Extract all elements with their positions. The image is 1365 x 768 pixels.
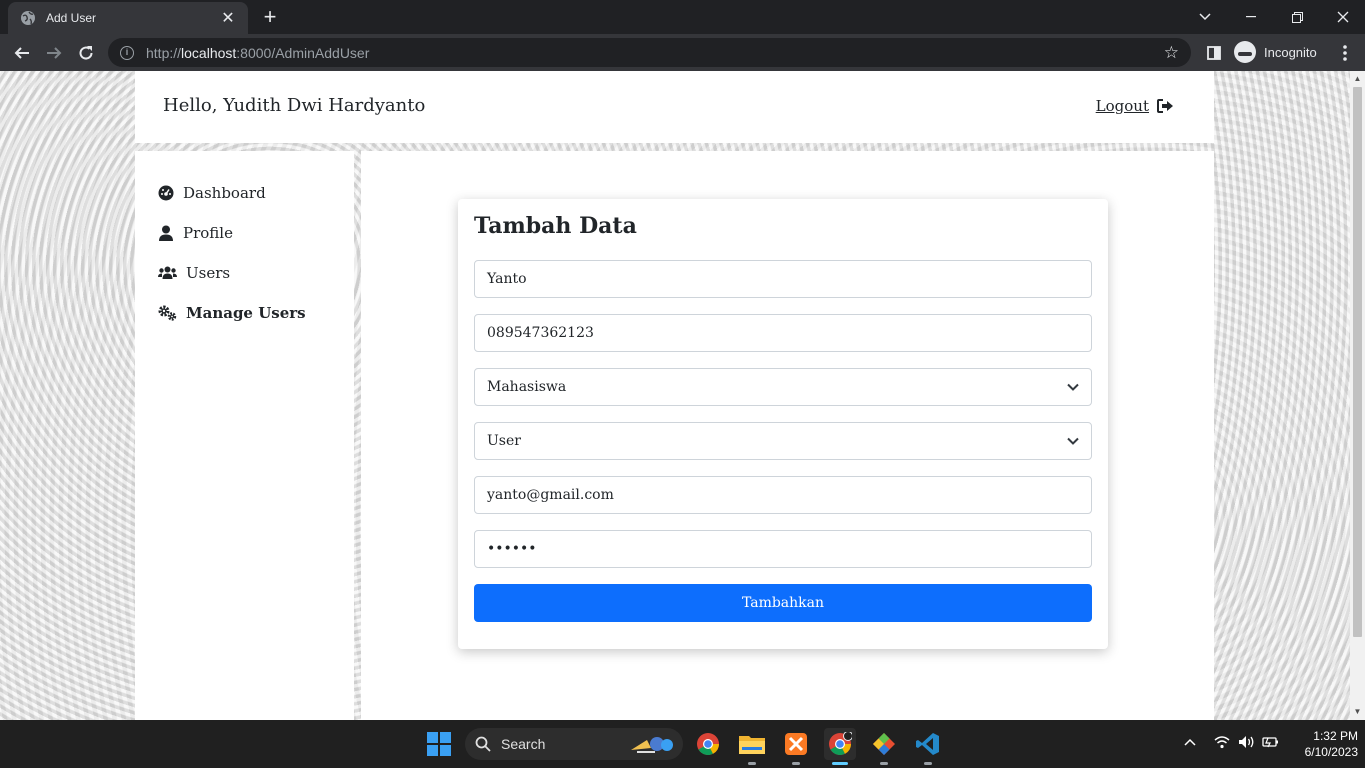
back-arrow-icon (14, 47, 29, 59)
new-tab-button[interactable]: + (258, 6, 282, 30)
chevron-down-icon (1067, 383, 1079, 391)
bookmark-star-icon[interactable]: ☆ (1164, 43, 1179, 63)
clock-time: 1:32 PM (1313, 729, 1358, 743)
chevron-down-icon (1067, 437, 1079, 445)
search-icon (475, 736, 491, 752)
os-taskbar: Search 1:32 PM 6/10/2023 (0, 720, 1365, 768)
url-prefix: http:// (146, 44, 182, 61)
sidebar-item-profile[interactable]: Profile (158, 224, 233, 242)
email-input[interactable]: yanto@gmail.com (474, 476, 1092, 514)
submit-button[interactable]: Tambahkan (474, 584, 1092, 622)
globe-icon (21, 11, 35, 25)
git-running-indicator (880, 762, 888, 765)
address-bar[interactable]: i http://localhost:8000/AdminAddUser ☆ (108, 38, 1191, 67)
scroll-up-arrow-icon[interactable]: ▲ (1353, 74, 1362, 83)
reload-button[interactable] (72, 39, 100, 67)
forward-arrow-icon (47, 47, 62, 59)
name-value: Yanto (487, 271, 527, 287)
sidebar-item-manage-users[interactable]: Manage Users (158, 304, 306, 322)
browser-toolbar: i http://localhost:8000/AdminAddUser ☆ I… (0, 34, 1365, 71)
sign-out-icon (1157, 99, 1173, 113)
windows-start-button[interactable] (423, 728, 455, 760)
sidebar-item-label: Dashboard (183, 184, 266, 202)
tab-search-chevron-icon[interactable] (1182, 0, 1228, 34)
sidebar-item-users[interactable]: Users (158, 264, 230, 282)
main-content: Tambah Data Yanto 089547362123 Mahasiswa… (361, 151, 1214, 720)
logout-label: Logout (1095, 97, 1149, 115)
greeting-text: Hello, Yudith Dwi Hardyanto (163, 95, 426, 116)
scrollbar-thumb[interactable] (1353, 87, 1362, 637)
password-input[interactable]: •••••• (474, 530, 1092, 568)
chrome-active-indicator (832, 762, 848, 765)
explorer-running-indicator (748, 762, 756, 765)
role-selected-value: User (487, 433, 521, 449)
wifi-icon[interactable] (1214, 735, 1230, 752)
xampp-running-indicator (792, 762, 800, 765)
incognito-indicator[interactable]: Incognito (1234, 39, 1317, 65)
incognito-icon (1234, 41, 1256, 63)
browser-tabstrip: Add User ✕ + (0, 0, 1365, 34)
add-user-form-card: Tambah Data Yanto 089547362123 Mahasiswa… (458, 199, 1108, 649)
password-value: •••••• (487, 541, 537, 557)
sidebar-item-label: Users (186, 264, 231, 282)
scroll-down-arrow-icon[interactable]: ▼ (1353, 707, 1362, 716)
vscode-icon[interactable] (912, 728, 944, 760)
search-label: Search (501, 736, 546, 752)
page-header: Hello, Yudith Dwi Hardyanto Logout (135, 71, 1214, 143)
side-panel-icon (1207, 46, 1221, 60)
git-icon[interactable] (868, 728, 900, 760)
chrome-taskbar-icon[interactable] (692, 728, 724, 760)
reload-icon (79, 46, 93, 60)
back-button[interactable] (8, 39, 36, 67)
tab-close-icon[interactable]: ✕ (220, 10, 236, 27)
minimize-button[interactable] (1228, 0, 1274, 34)
status-select[interactable]: Mahasiswa (474, 368, 1092, 406)
taskbar-search[interactable]: Search (465, 728, 683, 760)
side-panel-button[interactable] (1200, 39, 1228, 67)
phone-input[interactable]: 089547362123 (474, 314, 1092, 352)
form-title: Tambah Data (474, 213, 637, 239)
users-icon (158, 266, 177, 279)
kebab-menu-icon (1343, 45, 1347, 61)
page-viewport: Hello, Yudith Dwi Hardyanto Logout Dashb… (0, 71, 1350, 720)
battery-icon[interactable] (1262, 736, 1279, 751)
url-path: :8000/AdminAddUser (236, 44, 370, 61)
clock-date: 6/10/2023 (1304, 745, 1358, 759)
dashboard-icon (158, 185, 174, 201)
sidebar-item-dashboard[interactable]: Dashboard (158, 184, 266, 202)
system-clock[interactable]: 1:32 PM 6/10/2023 (1288, 728, 1358, 760)
volume-icon[interactable] (1238, 735, 1255, 752)
restore-button[interactable] (1274, 0, 1320, 34)
tab-title: Add User (46, 11, 97, 25)
search-highlight-icon (631, 737, 673, 753)
status-selected-value: Mahasiswa (487, 379, 567, 395)
chrome-incognito-taskbar-icon[interactable] (824, 728, 856, 760)
page-scrollbar[interactable]: ▲ ▼ (1350, 71, 1365, 720)
tray-chevron-up-icon[interactable] (1184, 734, 1196, 749)
url-host: localhost (181, 44, 237, 61)
windows-logo-icon (427, 732, 451, 756)
role-select[interactable]: User (474, 422, 1092, 460)
sidebar-item-label: Profile (183, 224, 233, 242)
cogs-icon (158, 305, 177, 321)
site-info-icon[interactable]: i (120, 45, 134, 60)
phone-value: 089547362123 (487, 325, 594, 341)
forward-button[interactable] (40, 39, 68, 67)
browser-menu-button[interactable] (1331, 39, 1359, 67)
file-explorer-icon[interactable] (736, 728, 768, 760)
email-value: yanto@gmail.com (487, 487, 614, 503)
vscode-running-indicator (924, 762, 932, 765)
sidebar: Dashboard Profile Users Manage Users (135, 151, 354, 720)
close-window-button[interactable] (1320, 0, 1365, 34)
user-icon (159, 225, 173, 241)
incognito-label: Incognito (1264, 44, 1317, 60)
browser-tab[interactable]: Add User ✕ (8, 2, 248, 34)
xampp-icon[interactable] (780, 728, 812, 760)
logout-link[interactable]: Logout (1096, 97, 1174, 115)
name-input[interactable]: Yanto (474, 260, 1092, 298)
sidebar-item-label: Manage Users (186, 304, 306, 322)
